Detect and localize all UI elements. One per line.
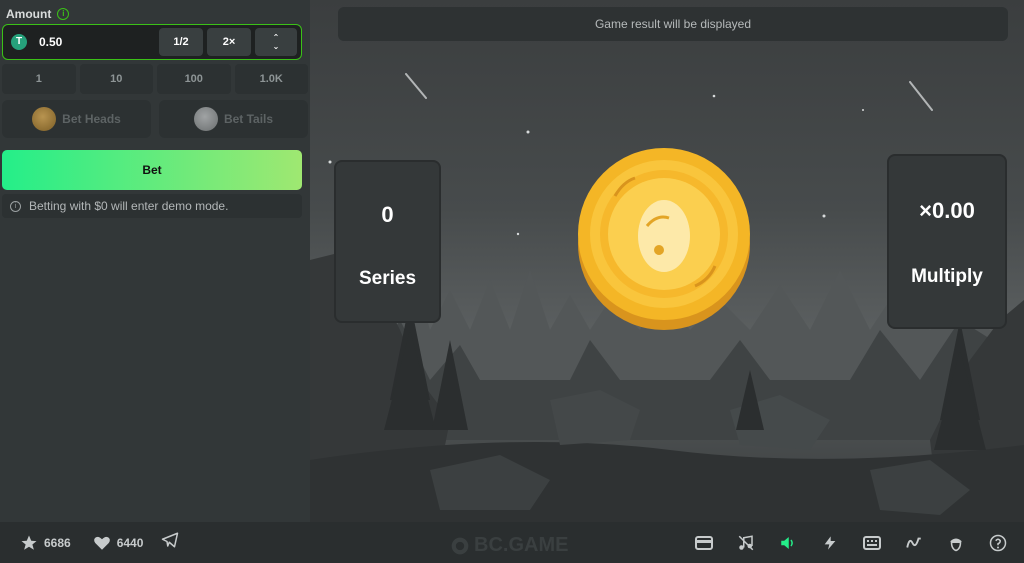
help-icon[interactable] (988, 533, 1008, 553)
game-result-bar: Game result will be displayed (338, 7, 1008, 41)
brand-logo: BC.GAME (450, 534, 568, 557)
lightning-icon[interactable] (820, 533, 840, 553)
acorn-icon[interactable] (946, 533, 966, 553)
telegram-icon[interactable] (161, 531, 179, 554)
bc-logo-icon (451, 537, 469, 554)
amount-input-box[interactable]: T 0.50 1/2 2× ⌃ ⌄ (2, 24, 302, 60)
bet-tails-label: Bet Tails (223, 112, 274, 126)
series-label: Series (358, 268, 417, 289)
brand-name: BC.GAME (474, 534, 569, 556)
multiply-value: ×0.00 (919, 198, 975, 223)
info-icon: i (10, 200, 21, 212)
bet-tails-button[interactable]: Bet Tails (159, 100, 308, 138)
bet-heads-button[interactable]: Bet Heads (2, 100, 151, 138)
bet-panel: Amount i T 0.50 1/2 2× ⌃ ⌄ 1 10 100 1.0K… (0, 0, 310, 522)
favorites-count: 6686 (44, 535, 71, 550)
multiply-panel: ×0.00 Multiply (887, 154, 1007, 329)
demo-mode-note: i Betting with $0 will enter demo mode. (2, 194, 302, 218)
series-panel: 0 Series (334, 160, 441, 323)
chevron-down-icon[interactable]: ⌄ (273, 42, 280, 51)
bet-button[interactable]: Bet (2, 150, 302, 190)
music-icon[interactable] (736, 533, 756, 553)
chevron-up-icon[interactable]: ⌃ (273, 33, 280, 42)
multiply-label: Multiply (911, 266, 983, 287)
favorites-stat[interactable]: 6686 (20, 534, 71, 552)
double-button[interactable]: 2× (207, 28, 251, 56)
tails-coin-icon (193, 107, 218, 131)
footer-tools (694, 533, 1008, 553)
info-icon[interactable]: i (57, 8, 70, 20)
quick-amount-1[interactable]: 1 (2, 64, 76, 94)
sound-icon[interactable] (778, 533, 798, 553)
quick-amount-100[interactable]: 100 (157, 64, 231, 94)
amount-header: Amount i (6, 6, 308, 22)
chart-icon[interactable] (904, 533, 924, 553)
half-button[interactable]: 1/2 (159, 28, 203, 56)
likes-stat[interactable]: 6440 (93, 534, 144, 552)
quick-amount-10[interactable]: 10 (79, 64, 153, 94)
demo-note-text: Betting with $0 will enter demo mode. (29, 199, 229, 213)
app-root: Amount i T 0.50 1/2 2× ⌃ ⌄ 1 10 100 1.0K… (0, 0, 1024, 563)
star-icon (21, 535, 37, 550)
bet-heads-label: Bet Heads (62, 112, 121, 126)
keyboard-icon[interactable] (862, 533, 882, 553)
footer-bar: 6686 6440 BC.GAME (0, 522, 1024, 563)
quick-amounts: 1 10 100 1.0K (2, 64, 308, 94)
likes-count: 6440 (116, 535, 144, 550)
card-icon[interactable] (694, 533, 714, 553)
game-area: Game result will be displayed 0 Series ×… (310, 0, 1024, 522)
side-buttons: Bet Heads Bet Tails (2, 100, 308, 138)
series-value: 0 (381, 202, 394, 227)
heart-icon (93, 536, 110, 550)
amount-stepper[interactable]: ⌃ ⌄ (255, 28, 297, 56)
quick-amount-1k[interactable]: 1.0K (234, 64, 308, 94)
amount-input[interactable]: 0.50 (39, 35, 155, 49)
amount-label: Amount (6, 7, 52, 21)
usdt-icon[interactable]: T (11, 34, 27, 50)
coin-icon (578, 148, 750, 330)
heads-coin-icon (32, 107, 57, 131)
